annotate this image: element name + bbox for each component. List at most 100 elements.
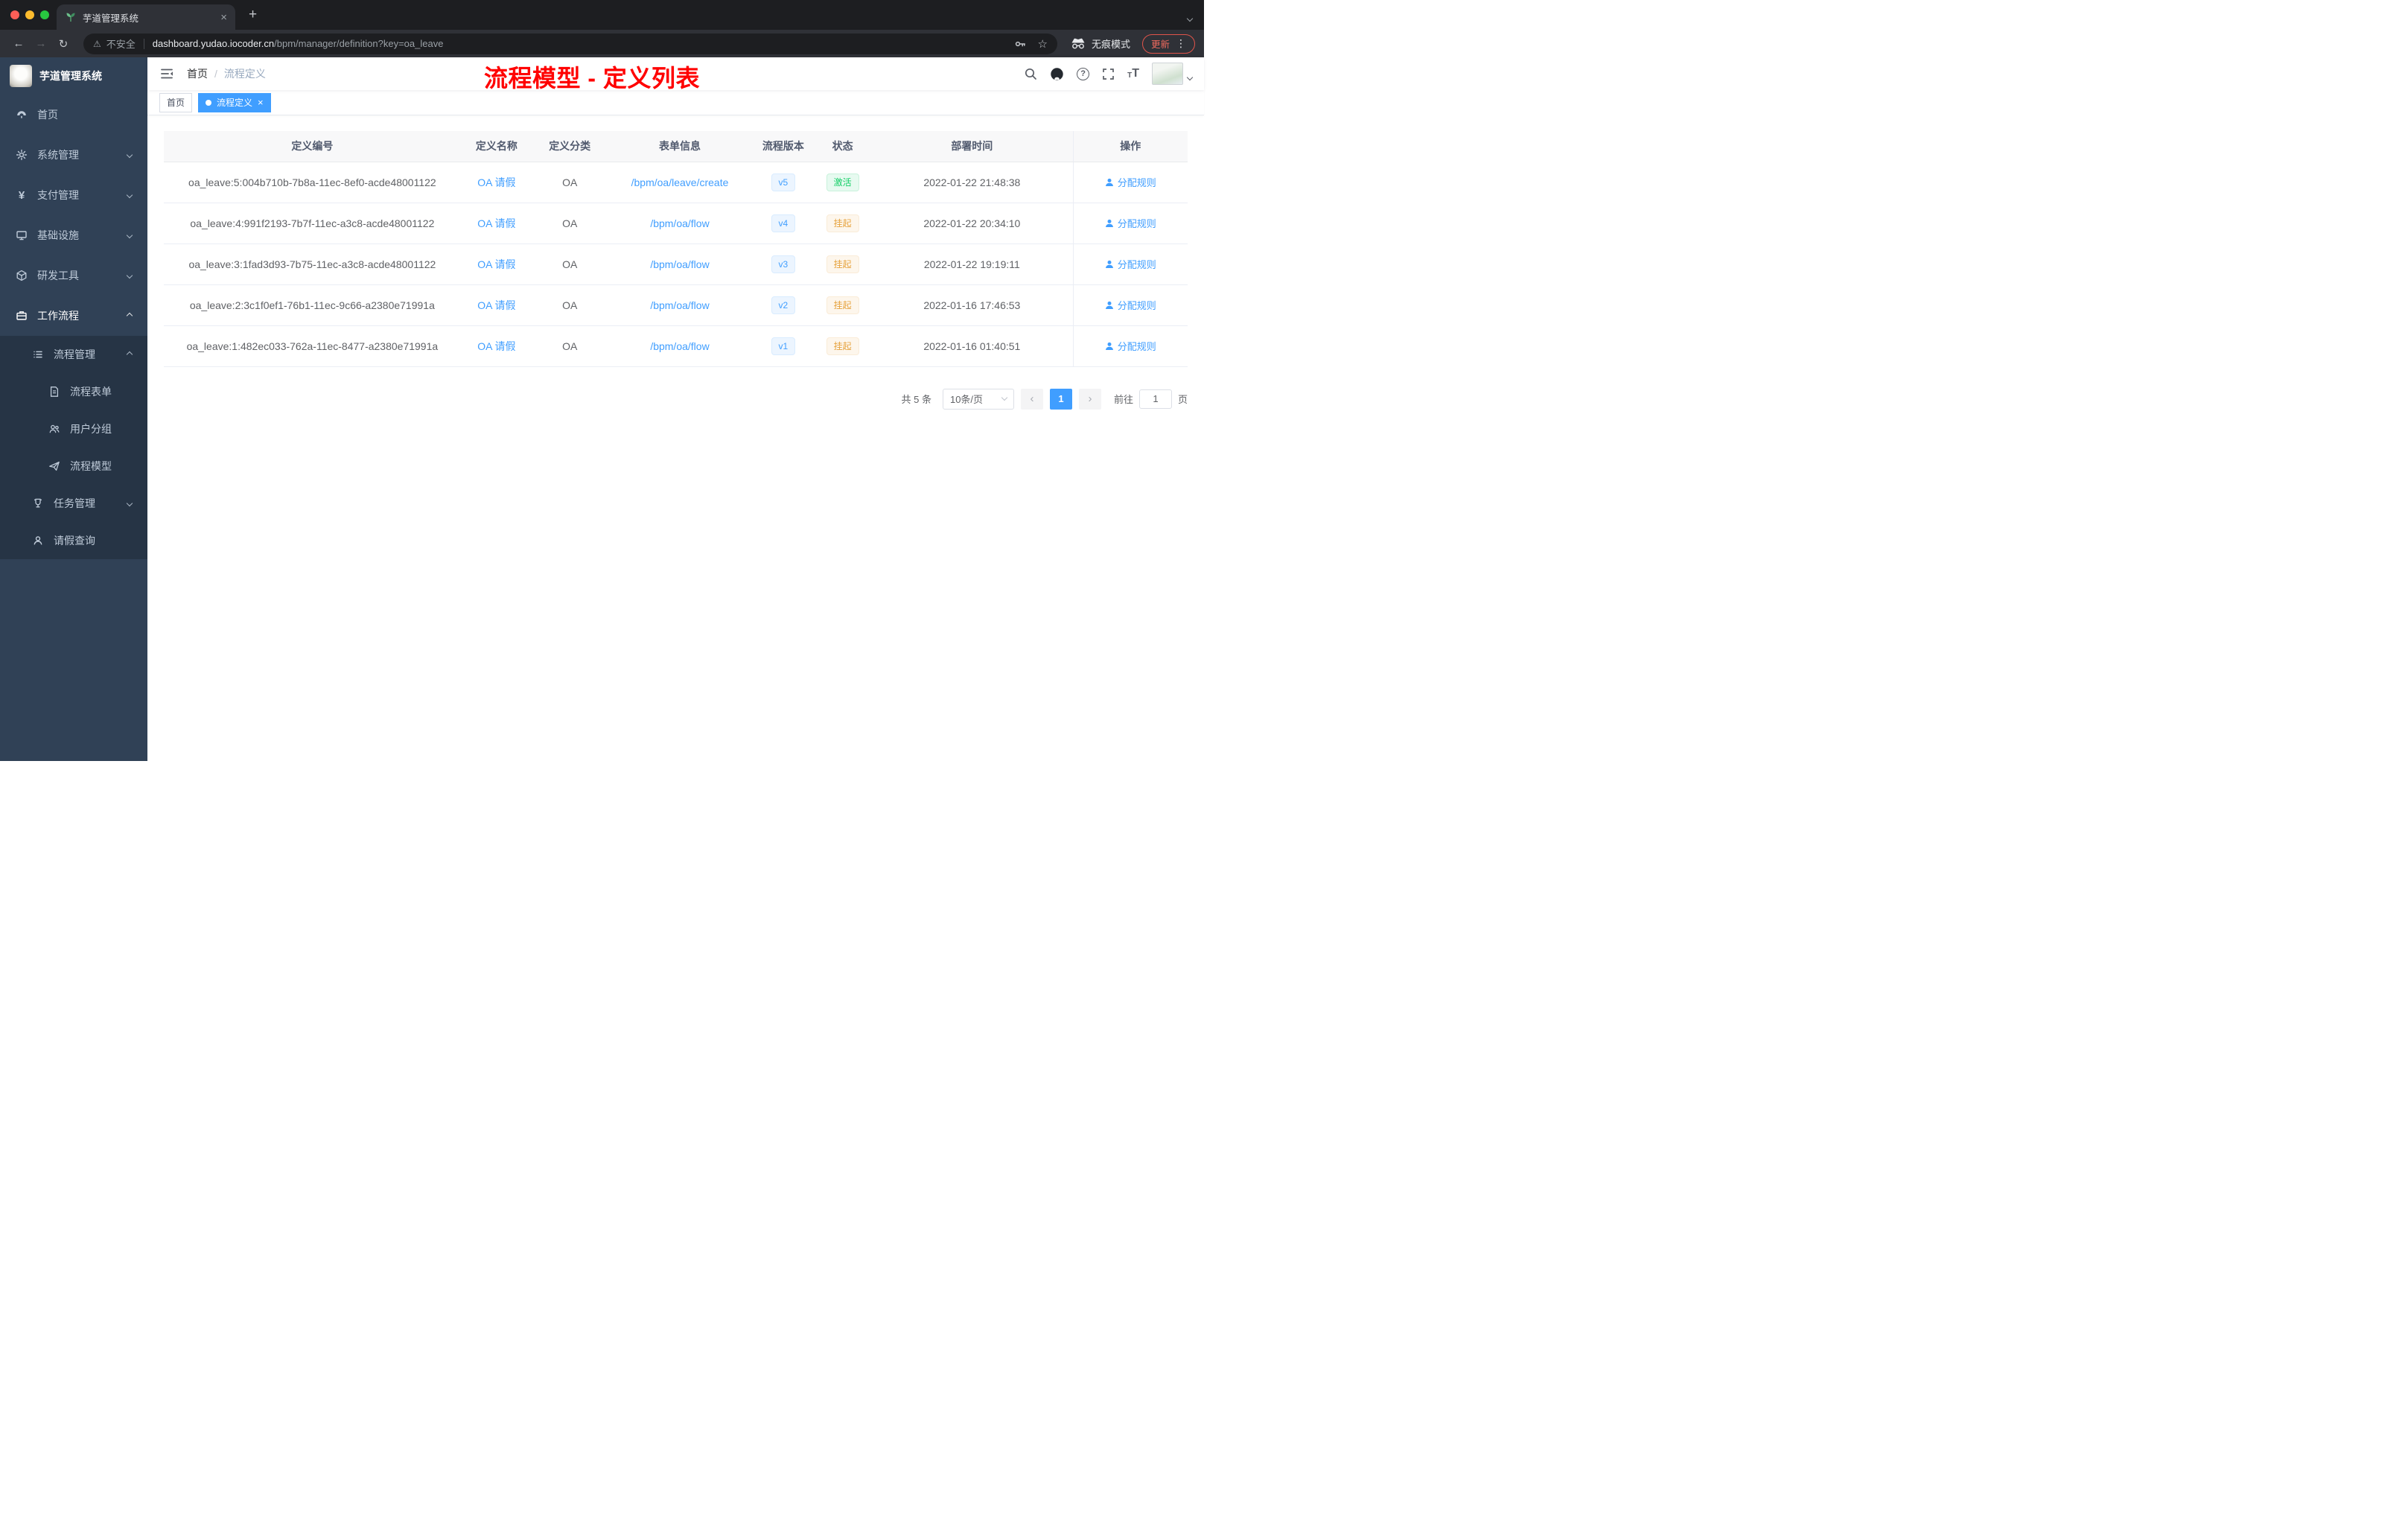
form-link[interactable]: /bpm/oa/leave/create: [631, 176, 729, 188]
update-menu-button[interactable]: 更新 ⋮: [1141, 34, 1195, 54]
tab-search-icon[interactable]: [1186, 11, 1194, 25]
col-process-version: 流程版本: [752, 131, 815, 162]
definition-name-link[interactable]: OA 请假: [477, 299, 515, 311]
version-tag: v2: [771, 296, 796, 314]
current-page-button[interactable]: 1: [1049, 388, 1072, 410]
sidebar-item-leave-query[interactable]: 请假查询: [0, 522, 147, 559]
assign-rule-link[interactable]: 分配规则: [1105, 257, 1156, 271]
app-title: 芋道管理系统: [39, 70, 102, 82]
cube-icon: [16, 270, 27, 281]
version-tag: v5: [771, 173, 796, 191]
status-badge: 激活: [826, 173, 859, 191]
sidebar-item-devtools[interactable]: 研发工具: [0, 255, 147, 296]
form-link[interactable]: /bpm/oa/flow: [650, 258, 709, 270]
sidebar-item-payment[interactable]: ¥ 支付管理: [0, 175, 147, 215]
chevron-down-icon: [126, 191, 133, 199]
chevron-down-icon: [126, 151, 133, 159]
tag-home[interactable]: 首页: [159, 92, 193, 112]
next-page-button[interactable]: ›: [1078, 388, 1101, 410]
page-unit-label: 页: [1177, 394, 1188, 405]
table-row: oa_leave:4:991f2193-7b7f-11ec-a3c8-acde4…: [164, 203, 1188, 244]
font-size-icon[interactable]: TT: [1127, 68, 1139, 80]
sidebar-item-label: 首页: [37, 109, 58, 121]
password-key-icon[interactable]: [1014, 38, 1026, 50]
incognito-badge: 无痕模式: [1071, 36, 1130, 51]
tab-strip: 芋道管理系统 × +: [0, 0, 1204, 30]
form-link[interactable]: /bpm/oa/flow: [650, 299, 709, 311]
page-size-select[interactable]: 10条/页: [942, 388, 1014, 410]
sidebar-item-workflow[interactable]: 工作流程: [0, 296, 147, 336]
browser-tab[interactable]: 芋道管理系统 ×: [57, 4, 235, 30]
forward-button[interactable]: →: [31, 37, 51, 50]
reload-button[interactable]: ↻: [54, 37, 73, 51]
chevron-down-icon: [126, 500, 133, 507]
search-icon[interactable]: [1024, 67, 1037, 80]
sidebar-item-process-model[interactable]: 流程模型: [0, 448, 147, 485]
sidebar-item-label: 流程管理: [54, 348, 95, 360]
zoom-window-button[interactable]: [40, 10, 49, 19]
menu-dots-icon[interactable]: ⋮: [1176, 37, 1186, 50]
sidebar: 芋道管理系统 首页 系统管理 ¥ 支付管理 基础设施 研发工具 工作流程 流程管…: [0, 57, 147, 761]
definition-name-link[interactable]: OA 请假: [477, 176, 515, 188]
user-avatar-dropdown[interactable]: [1152, 63, 1194, 85]
form-link[interactable]: /bpm/oa/flow: [650, 340, 709, 352]
red-annotation: 流程模型 - 定义列表: [484, 65, 700, 92]
tab-title: 芋道管理系统: [83, 13, 139, 24]
new-tab-button[interactable]: +: [249, 7, 257, 23]
sidebar-collapse-button[interactable]: [159, 66, 174, 81]
goto-page-input[interactable]: [1138, 389, 1172, 409]
definition-name-link[interactable]: OA 请假: [477, 340, 515, 352]
assign-rule-link[interactable]: 分配规则: [1105, 216, 1156, 230]
sidebar-item-infrastructure[interactable]: 基础设施: [0, 215, 147, 255]
tab-close-icon[interactable]: ×: [220, 12, 227, 23]
bookmark-star-icon[interactable]: ☆: [1038, 37, 1048, 51]
back-button[interactable]: ←: [9, 37, 28, 50]
user-icon: [1105, 301, 1113, 309]
tags-view: 首页 流程定义 ×: [147, 90, 1204, 115]
github-icon[interactable]: [1050, 67, 1064, 81]
cell-deploy-time: 2022-01-16 01:40:51: [871, 325, 1073, 367]
sidebar-item-task-management[interactable]: 任务管理: [0, 485, 147, 522]
sidebar-item-label: 研发工具: [37, 270, 79, 281]
gear-icon: [16, 149, 28, 161]
url-path: /bpm/manager/definition?key=oa_leave: [274, 38, 444, 49]
definition-name-link[interactable]: OA 请假: [477, 217, 515, 229]
definition-name-link[interactable]: OA 请假: [477, 258, 515, 270]
table-row: oa_leave:3:1fad3d93-7b75-11ec-a3c8-acde4…: [164, 243, 1188, 285]
close-window-button[interactable]: [10, 10, 19, 19]
chevron-down-icon: [1001, 394, 1008, 401]
fullscreen-icon[interactable]: [1102, 68, 1115, 80]
sidebar-item-label: 请假查询: [54, 535, 95, 547]
sidebar-item-system[interactable]: 系统管理: [0, 135, 147, 175]
sidebar-item-process-management[interactable]: 流程管理: [0, 336, 147, 373]
assign-rule-link[interactable]: 分配规则: [1105, 298, 1156, 312]
chevron-up-icon: [126, 312, 133, 319]
sidebar-item-user-group[interactable]: 用户分组: [0, 410, 147, 448]
assign-rule-link[interactable]: 分配规则: [1105, 175, 1156, 189]
tag-label: 流程定义: [217, 98, 253, 108]
sidebar-item-process-form[interactable]: 流程表单: [0, 373, 147, 410]
browser-toolbar: ← → ↻ ⚠ 不安全 dashboard.yudao.iocoder.cn/b…: [0, 30, 1204, 57]
minimize-window-button[interactable]: [25, 10, 34, 19]
user-icon: [1105, 260, 1113, 268]
tag-process-definition[interactable]: 流程定义 ×: [198, 92, 271, 112]
user-icon: [1105, 178, 1113, 186]
prev-page-button[interactable]: ‹: [1020, 388, 1043, 410]
cell-category: OA: [532, 284, 608, 326]
help-icon[interactable]: ?: [1077, 67, 1090, 80]
sidebar-menu: 首页 系统管理 ¥ 支付管理 基础设施 研发工具 工作流程 流程管理 流程表单 …: [0, 95, 147, 559]
address-bar[interactable]: ⚠ 不安全 dashboard.yudao.iocoder.cn/bpm/man…: [83, 33, 1057, 54]
assign-rule-link[interactable]: 分配规则: [1105, 339, 1156, 353]
breadcrumb-home[interactable]: 首页: [187, 66, 208, 81]
version-tag: v1: [771, 337, 796, 355]
security-warning-icon: ⚠: [93, 38, 101, 49]
dashboard-icon: [17, 111, 26, 118]
sidebar-item-label: 基础设施: [37, 229, 79, 241]
sidebar-item-home[interactable]: 首页: [0, 95, 147, 135]
traffic-lights: [10, 10, 49, 19]
cell-category: OA: [532, 243, 608, 285]
logo-avatar: [10, 65, 32, 87]
breadcrumb: 首页 / 流程定义: [187, 66, 266, 81]
tag-close-icon[interactable]: ×: [258, 98, 264, 107]
form-link[interactable]: /bpm/oa/flow: [650, 217, 709, 229]
